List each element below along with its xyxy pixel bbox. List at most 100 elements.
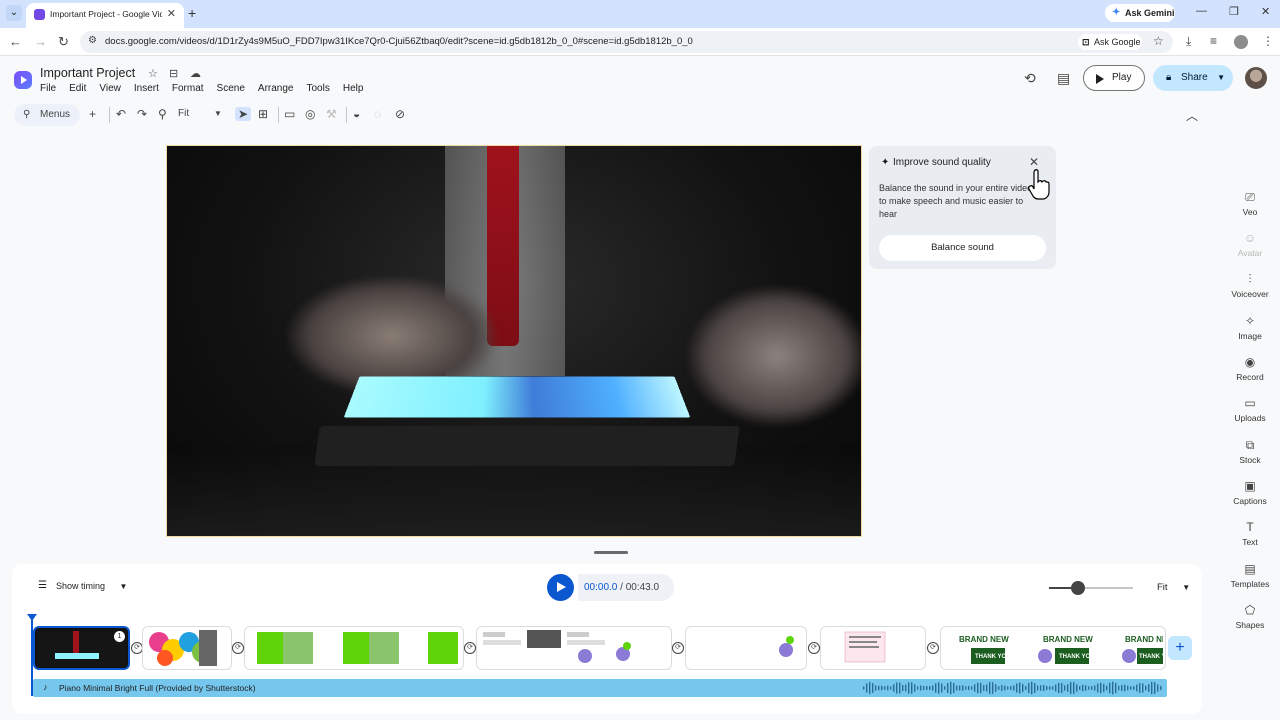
side-shapes[interactable]: ⬠ Shapes — [1224, 603, 1276, 630]
side-avatar[interactable]: ☺ Avatar — [1224, 231, 1276, 258]
brand-new-text-1: BRAND NEW — [959, 635, 1009, 644]
transition-icon[interactable]: ⟳ — [808, 642, 820, 654]
waveform-bar — [1154, 682, 1156, 694]
browser-tab[interactable]: Important Project - Google Vid ✕ — [26, 3, 184, 28]
add-icon[interactable]: + — [89, 107, 96, 121]
minimize-icon[interactable]: — — [1196, 5, 1207, 17]
menu-edit[interactable]: Edit — [69, 83, 86, 94]
close-icon[interactable]: ✕ — [1029, 155, 1039, 169]
scene-1[interactable]: 1 — [33, 626, 130, 670]
balance-sound-button[interactable]: Balance sound — [879, 235, 1046, 261]
bookmark-star-icon[interactable]: ☆ — [1153, 34, 1164, 48]
waveform-bar — [1115, 683, 1117, 693]
side-stock[interactable]: ⧉ Stock — [1224, 438, 1276, 465]
ask-google-button[interactable]: ⊡ Ask Google — [1078, 34, 1142, 50]
omnibox[interactable]: ⚙ docs.google.com/videos/d/1D1rZy4s9M5uO… — [80, 31, 1173, 53]
redo-icon[interactable]: ↷ — [137, 107, 147, 121]
browser-profile-avatar[interactable] — [1234, 35, 1248, 49]
star-icon[interactable]: ☆ — [148, 67, 158, 80]
undo-icon[interactable]: ↶ — [116, 107, 126, 121]
menu-file[interactable]: File — [40, 83, 56, 94]
fill-color-icon[interactable]: ◒ — [353, 107, 360, 121]
crop-icon[interactable]: ◌ — [374, 107, 381, 121]
music-note-icon: ♪ — [43, 682, 48, 692]
audio-track[interactable]: ♪ Piano Minimal Bright Full (Provided by… — [33, 679, 1167, 697]
side-veo[interactable]: ⎚ Veo — [1224, 190, 1276, 217]
side-uploads[interactable]: ▭ Uploads — [1224, 396, 1276, 423]
site-info-icon[interactable]: ⚙ — [88, 35, 97, 46]
share-dropdown-icon[interactable]: ▼ — [1217, 65, 1225, 91]
cloud-saved-icon[interactable]: ☁ — [190, 67, 201, 80]
menu-insert[interactable]: Insert — [134, 83, 159, 94]
waveform-bar — [920, 685, 922, 691]
collapse-toolbar-icon[interactable]: ︿ — [1186, 107, 1198, 124]
transition-icon[interactable]: ⟳ — [232, 642, 244, 654]
menu-view[interactable]: View — [99, 83, 121, 94]
download-icon[interactable]: ⤓ — [1186, 34, 1191, 49]
transition-icon[interactable]: ⟳ — [672, 642, 684, 654]
reading-list-icon[interactable]: ≡ — [1210, 34, 1217, 48]
scene-3[interactable] — [244, 626, 464, 670]
side-text[interactable]: T Text — [1224, 520, 1276, 547]
insert-image-icon[interactable]: ▭ — [284, 107, 295, 121]
thank-you-text-1: THANK YOU — [975, 654, 1011, 660]
side-voiceover[interactable]: ⫶ Voiceover — [1224, 272, 1276, 299]
menus-search[interactable]: ⚲ Menus — [14, 104, 80, 126]
google-vids-logo-icon[interactable] — [14, 71, 32, 89]
restore-icon[interactable]: ❐ — [1229, 5, 1239, 18]
document-title[interactable]: Important Project — [40, 66, 135, 80]
zoom-icon[interactable]: ⚲ — [158, 107, 167, 121]
side-captions[interactable]: ▣ Captions — [1224, 479, 1276, 506]
scene-5[interactable] — [685, 626, 807, 670]
tab-search-icon[interactable]: ⌄ — [6, 5, 22, 21]
video-canvas[interactable] — [166, 145, 862, 537]
transition-icon[interactable]: ⟳ — [927, 642, 939, 654]
share-button[interactable]: 🔒︎ Share ▼ — [1153, 65, 1233, 91]
waveform-bar — [911, 682, 913, 694]
scene-6[interactable] — [820, 626, 926, 670]
mask-icon[interactable]: ⊘ — [395, 107, 405, 121]
timeline-play-button[interactable] — [547, 574, 574, 601]
scene-2[interactable] — [142, 626, 232, 670]
side-templates[interactable]: ▤ Templates — [1224, 562, 1276, 589]
timeline-fit-dropdown[interactable]: Fit ▼ — [1157, 582, 1190, 593]
forward-icon[interactable]: → — [34, 34, 47, 49]
scene-7[interactable]: BRAND NEW THANK YOU BRAND NEW THANK YOU … — [940, 626, 1166, 670]
background-palette-icon[interactable]: ◎ — [305, 107, 315, 121]
scene-4[interactable] — [476, 626, 672, 670]
timeline-resize-handle[interactable] — [594, 551, 628, 554]
play-button[interactable]: Play — [1083, 65, 1145, 91]
account-avatar[interactable] — [1245, 67, 1267, 89]
browser-menu-icon[interactable]: ⋮ — [1262, 34, 1274, 48]
waveform-bar — [1151, 681, 1153, 695]
window-close-icon[interactable]: ✕ — [1261, 5, 1270, 18]
version-history-icon[interactable]: ⟲ — [1024, 70, 1036, 87]
select-cursor-icon[interactable]: ➤ — [235, 107, 252, 121]
waveform-bar — [902, 684, 904, 692]
menu-arrange[interactable]: Arrange — [258, 83, 294, 94]
tab-close-icon[interactable]: ✕ — [167, 7, 176, 20]
waveform-bar — [1112, 681, 1114, 695]
add-text-box-icon[interactable]: ⊞ — [258, 107, 268, 121]
waveform-bar — [959, 685, 961, 691]
ask-gemini-button[interactable]: ✦ Ask Gemini — [1105, 4, 1175, 22]
menu-tools[interactable]: Tools — [306, 83, 329, 94]
show-timing-dropdown[interactable]: ☰ Show timing ▼ — [38, 580, 127, 591]
side-image[interactable]: ✧ Image — [1224, 314, 1276, 341]
zoom-select[interactable]: Fit ▼ — [178, 108, 222, 119]
timeline-zoom-knob[interactable] — [1071, 581, 1085, 595]
side-record[interactable]: ◉ Record — [1224, 355, 1276, 382]
comments-icon[interactable]: ▤ — [1057, 70, 1070, 87]
transition-icon[interactable]: ⟳ — [464, 642, 476, 654]
add-scene-button[interactable]: + — [1168, 636, 1192, 660]
reload-icon[interactable]: ↻ — [58, 34, 69, 50]
paint-format-icon[interactable]: ⚒ — [326, 107, 337, 121]
menu-format[interactable]: Format — [172, 83, 204, 94]
waveform-bar — [884, 686, 886, 690]
menu-help[interactable]: Help — [343, 83, 364, 94]
move-folder-icon[interactable]: ⊟ — [169, 67, 178, 80]
url-text[interactable]: docs.google.com/videos/d/1D1rZy4s9M5uO_F… — [105, 36, 693, 47]
new-tab-icon[interactable]: + — [188, 5, 196, 21]
back-icon[interactable]: ← — [9, 34, 22, 49]
menu-scene[interactable]: Scene — [217, 83, 245, 94]
